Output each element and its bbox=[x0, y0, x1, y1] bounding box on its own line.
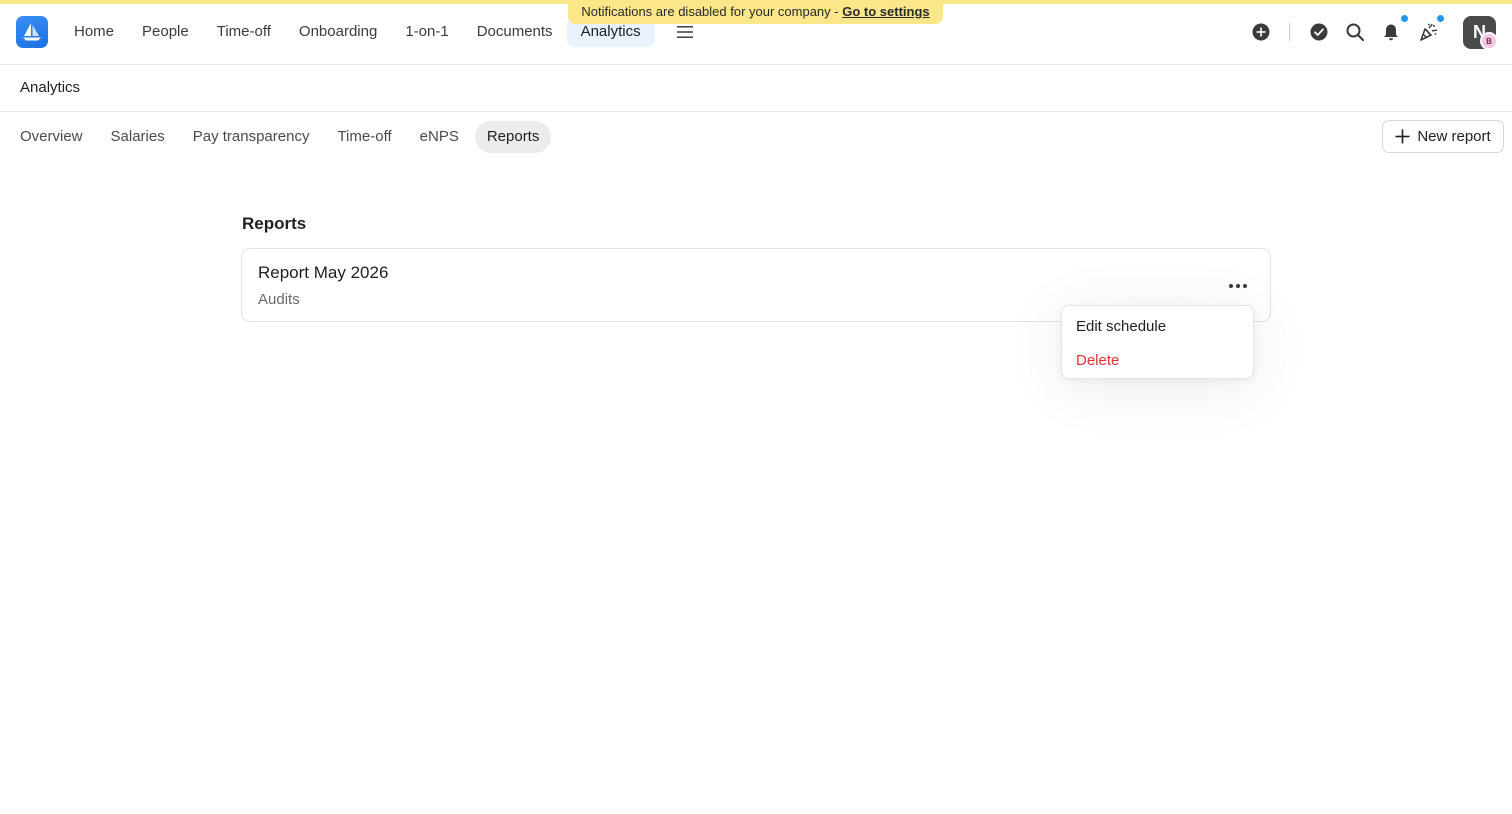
report-context-menu: Edit schedule Delete bbox=[1061, 305, 1254, 379]
hamburger-menu-icon[interactable] bbox=[675, 22, 695, 42]
bell-icon[interactable] bbox=[1381, 22, 1401, 42]
new-report-button[interactable]: New report bbox=[1382, 120, 1504, 153]
sailboat-icon bbox=[23, 23, 41, 41]
plus-circle-icon[interactable] bbox=[1251, 22, 1271, 42]
nav-1-on-1[interactable]: 1-on-1 bbox=[391, 17, 462, 47]
tab-overview[interactable]: Overview bbox=[8, 121, 95, 153]
page-header: Analytics bbox=[0, 65, 1512, 112]
report-name: Report May 2026 bbox=[258, 263, 389, 282]
notification-banner: Notifications are disabled for your comp… bbox=[568, 0, 943, 24]
banner-text: Notifications are disabled for your comp… bbox=[581, 4, 843, 19]
main-nav: Home People Time-off Onboarding 1-on-1 D… bbox=[60, 17, 655, 47]
tab-reports[interactable]: Reports bbox=[474, 121, 552, 153]
updates-notification-dot bbox=[1436, 14, 1445, 23]
report-type: Audits bbox=[258, 291, 300, 308]
page-title: Analytics bbox=[20, 79, 81, 96]
search-icon[interactable] bbox=[1345, 22, 1365, 42]
toolbar-divider bbox=[1289, 23, 1290, 41]
analytics-tabs: Overview Salaries Pay transparency Time-… bbox=[8, 121, 555, 153]
nav-onboarding[interactable]: Onboarding bbox=[285, 17, 391, 47]
more-options-icon[interactable] bbox=[1224, 275, 1252, 297]
app-logo[interactable] bbox=[16, 16, 48, 48]
bell-notification-dot bbox=[1400, 14, 1409, 23]
delete-menu-item[interactable]: Delete bbox=[1076, 352, 1119, 369]
tab-pay-transparency[interactable]: Pay transparency bbox=[181, 121, 322, 153]
nav-documents[interactable]: Documents bbox=[463, 17, 567, 47]
nav-home[interactable]: Home bbox=[60, 17, 128, 47]
reports-section-title: Reports bbox=[242, 214, 307, 233]
nav-people[interactable]: People bbox=[128, 17, 203, 47]
tab-time-off[interactable]: Time-off bbox=[325, 121, 403, 153]
party-popper-icon[interactable] bbox=[1418, 22, 1438, 42]
go-to-settings-link[interactable]: Go to settings bbox=[842, 4, 929, 19]
plus-icon bbox=[1395, 129, 1410, 144]
tab-salaries[interactable]: Salaries bbox=[99, 121, 177, 153]
company-badge: B bbox=[1480, 32, 1498, 50]
new-report-label: New report bbox=[1417, 128, 1491, 145]
check-circle-icon[interactable] bbox=[1309, 22, 1329, 42]
tab-enps[interactable]: eNPS bbox=[408, 121, 471, 153]
nav-time-off[interactable]: Time-off bbox=[203, 17, 285, 47]
edit-schedule-menu-item[interactable]: Edit schedule bbox=[1076, 318, 1166, 335]
